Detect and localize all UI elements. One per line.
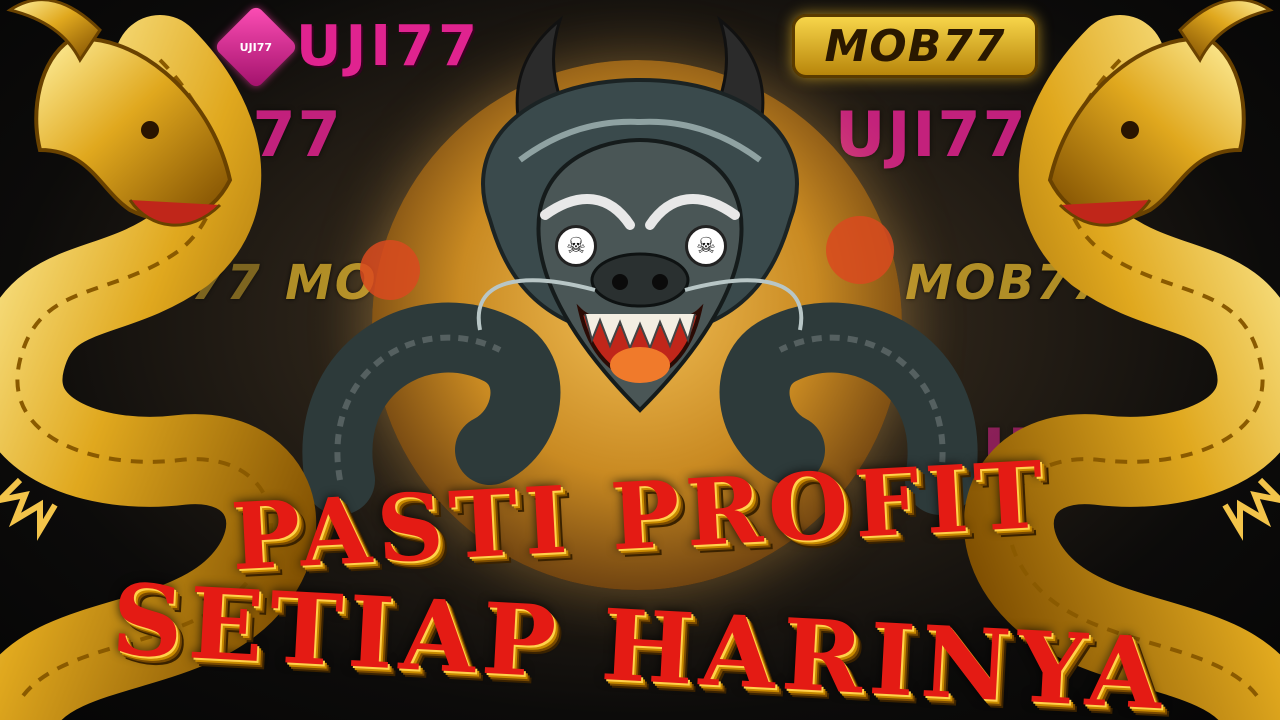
banner-stage: UJI77 UJI77 MOB77 MOB77 MOB77 UJI77 UJI7… (0, 0, 1280, 720)
uji77-wordmark: UJI77 (296, 14, 482, 79)
skull-icon: ☠ (685, 225, 727, 267)
uji77-logo: UJI77 UJI77 (213, 4, 482, 89)
uji77-badge-icon: UJI77 (213, 4, 299, 89)
mob77-wordmark: MOB77 (824, 20, 1006, 72)
skull-icon: ☠ (555, 225, 597, 267)
uji77-badge-text: UJI77 (239, 40, 273, 53)
mob77-logo: MOB77 (792, 14, 1038, 78)
